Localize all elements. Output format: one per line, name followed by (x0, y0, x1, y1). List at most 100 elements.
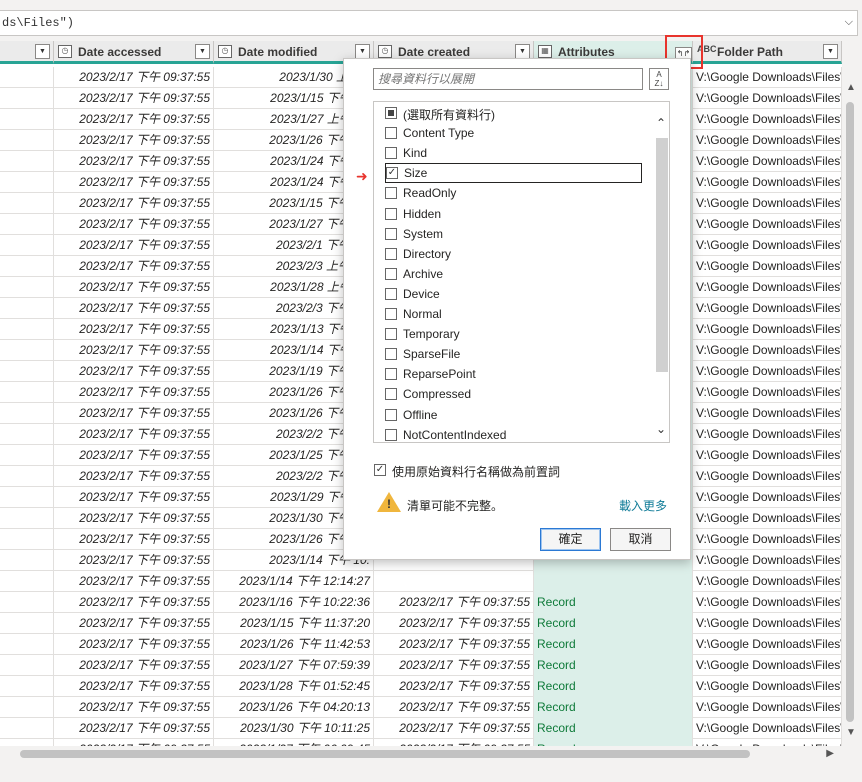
table-cell[interactable]: 2023/2/17 下午 09:37:55 (54, 718, 214, 739)
table-cell[interactable]: 2023/2/17 下午 09:37:55 (54, 382, 214, 403)
table-cell[interactable]: 2023/1/26 下午 04:20:13 (214, 697, 374, 718)
checkbox[interactable] (385, 207, 397, 220)
checkbox[interactable]: ✓ (374, 464, 386, 476)
checkbox[interactable] (385, 227, 397, 240)
table-cell[interactable] (0, 487, 54, 508)
table-cell[interactable]: 2023/2/17 下午 09:37:55 (54, 151, 214, 172)
checkbox[interactable] (385, 368, 397, 381)
checkbox[interactable] (385, 348, 397, 361)
table-cell[interactable]: 2023/2/17 下午 09:37:55 (54, 697, 214, 718)
table-cell[interactable]: 2023/2/17 下午 09:37:55 (54, 298, 214, 319)
table-cell[interactable]: 2023/2/17 下午 09:37:55 (54, 487, 214, 508)
table-cell[interactable]: 2023/2/17 下午 09:37:55 (54, 319, 214, 340)
column-option[interactable]: Archive (384, 264, 642, 284)
checkbox[interactable] (385, 127, 397, 140)
horizontal-scrollbar[interactable]: ▶ (0, 746, 858, 762)
table-cell[interactable]: V:\Google Downloads\Files\ (693, 109, 842, 130)
table-cell[interactable]: 2023/2/17 下午 09:37:55 (374, 697, 534, 718)
table-cell[interactable] (0, 466, 54, 487)
table-cell[interactable]: V:\Google Downloads\Files\ (693, 214, 842, 235)
checkbox[interactable] (385, 328, 397, 341)
table-cell[interactable]: V:\Google Downloads\Files\ (693, 571, 842, 592)
table-cell[interactable]: V:\Google Downloads\Files\ (693, 466, 842, 487)
table-cell[interactable]: Record (534, 718, 693, 739)
table-cell[interactable]: 2023/2/17 下午 09:37:55 (54, 739, 214, 746)
table-cell[interactable]: 2023/1/14 下午 12:14:27 (214, 571, 374, 592)
table-cell[interactable]: 2023/2/17 下午 09:37:55 (54, 340, 214, 361)
table-cell[interactable]: V:\Google Downloads\Files\ (693, 382, 842, 403)
table-cell[interactable]: 2023/2/17 下午 09:37:55 (54, 445, 214, 466)
checkbox[interactable]: ✓ (386, 167, 398, 180)
table-cell[interactable]: 2023/2/17 下午 09:37:55 (54, 214, 214, 235)
table-cell[interactable] (0, 67, 54, 88)
table-cell[interactable]: 2023/2/17 下午 09:37:55 (374, 613, 534, 634)
table-cell[interactable] (0, 235, 54, 256)
table-cell[interactable]: 2023/2/17 下午 09:37:55 (54, 88, 214, 109)
table-cell[interactable]: V:\Google Downloads\Files\ (693, 676, 842, 697)
table-cell[interactable]: V:\Google Downloads\Files\ (693, 697, 842, 718)
filter-dropdown-icon[interactable]: ▼ (355, 44, 370, 59)
table-cell[interactable]: 2023/2/17 下午 09:37:55 (54, 130, 214, 151)
table-cell[interactable]: Record (534, 739, 693, 746)
sort-az-button[interactable]: A Z↓ (649, 68, 669, 90)
table-cell[interactable]: 2023/2/17 下午 09:37:55 (54, 424, 214, 445)
column-option[interactable]: SparseFile (384, 344, 642, 364)
ok-button[interactable]: 確定 (540, 528, 601, 551)
table-cell[interactable] (0, 592, 54, 613)
table-row[interactable]: 2023/2/17 下午 09:37:55 2023/1/14 下午 12:14:… (0, 571, 842, 592)
column-option[interactable]: Hidden (384, 204, 642, 224)
table-cell[interactable]: V:\Google Downloads\Files\ (693, 256, 842, 277)
table-row[interactable]: 2023/2/17 下午 09:37:552023/1/27 下午 06:09:… (0, 739, 842, 746)
table-cell[interactable]: V:\Google Downloads\Files\ (693, 424, 842, 445)
table-cell[interactable] (0, 130, 54, 151)
table-cell[interactable] (0, 571, 54, 592)
table-cell[interactable]: V:\Google Downloads\Files\ (693, 67, 842, 88)
column-option[interactable]: Compressed (384, 384, 642, 404)
table-cell[interactable]: V:\Google Downloads\Files\ (693, 172, 842, 193)
checkbox[interactable] (385, 308, 397, 320)
table-cell[interactable]: V:\Google Downloads\Files\ (693, 298, 842, 319)
filter-dropdown-icon[interactable]: ▼ (515, 44, 530, 59)
table-cell[interactable]: V:\Google Downloads\Files\ (693, 88, 842, 109)
table-cell[interactable] (0, 445, 54, 466)
table-cell[interactable] (0, 256, 54, 277)
scroll-up-icon[interactable]: ▲ (846, 82, 856, 93)
checkbox[interactable] (385, 147, 397, 160)
table-cell[interactable]: V:\Google Downloads\Files\ (693, 445, 842, 466)
table-cell[interactable] (0, 613, 54, 634)
table-row[interactable]: 2023/2/17 下午 09:37:55 2023/1/15 下午 11:37:… (0, 613, 842, 634)
table-cell[interactable]: 2023/2/17 下午 09:37:55 (54, 508, 214, 529)
table-cell[interactable]: V:\Google Downloads\Files\ (693, 340, 842, 361)
table-cell[interactable]: V:\Google Downloads\Files\ (693, 319, 842, 340)
checkbox[interactable] (385, 187, 397, 200)
table-cell[interactable]: 2023/2/17 下午 09:37:55 (374, 676, 534, 697)
table-cell[interactable]: 2023/2/17 下午 09:37:55 (374, 655, 534, 676)
table-cell[interactable]: V:\Google Downloads\Files\ (693, 277, 842, 298)
table-cell[interactable]: 2023/2/17 下午 09:37:55 (54, 256, 214, 277)
table-cell[interactable] (0, 508, 54, 529)
table-cell[interactable] (0, 340, 54, 361)
table-cell[interactable]: Record (534, 634, 693, 655)
table-cell[interactable]: 2023/1/30 下午 10:11:25 (214, 718, 374, 739)
table-cell[interactable]: Record (534, 592, 693, 613)
column-header-1[interactable]: ◷ Date accessed ▼ (54, 41, 214, 64)
column-option[interactable]: ReadOnly (384, 183, 642, 203)
checkbox[interactable] (385, 287, 397, 300)
table-cell[interactable]: 2023/1/15 下午 11:37:20 (214, 613, 374, 634)
table-cell[interactable]: 2023/2/17 下午 09:37:55 (54, 403, 214, 424)
column-option[interactable]: Offline (384, 405, 642, 425)
checkbox[interactable] (385, 388, 397, 401)
table-row[interactable]: 2023/2/17 下午 09:37:55 2023/1/16 下午 10:22:… (0, 592, 842, 613)
table-cell[interactable]: Record (534, 655, 693, 676)
chevron-up-icon[interactable]: ⌃ (656, 116, 666, 130)
table-cell[interactable]: 2023/2/17 下午 09:37:55 (54, 277, 214, 298)
table-cell[interactable] (534, 571, 693, 592)
cancel-button[interactable]: 取消 (610, 528, 671, 551)
load-more-link[interactable]: 載入更多 (619, 497, 667, 514)
table-cell[interactable]: 2023/2/17 下午 09:37:55 (54, 529, 214, 550)
column-option[interactable]: (選取所有資料行) (384, 103, 642, 123)
column-option[interactable]: ReparsePoint (384, 364, 642, 384)
table-cell[interactable]: Record (534, 676, 693, 697)
scroll-down-icon[interactable]: ▼ (846, 727, 856, 738)
table-row[interactable]: 2023/2/17 下午 09:37:55 2023/1/26 下午 11:42:… (0, 634, 842, 655)
